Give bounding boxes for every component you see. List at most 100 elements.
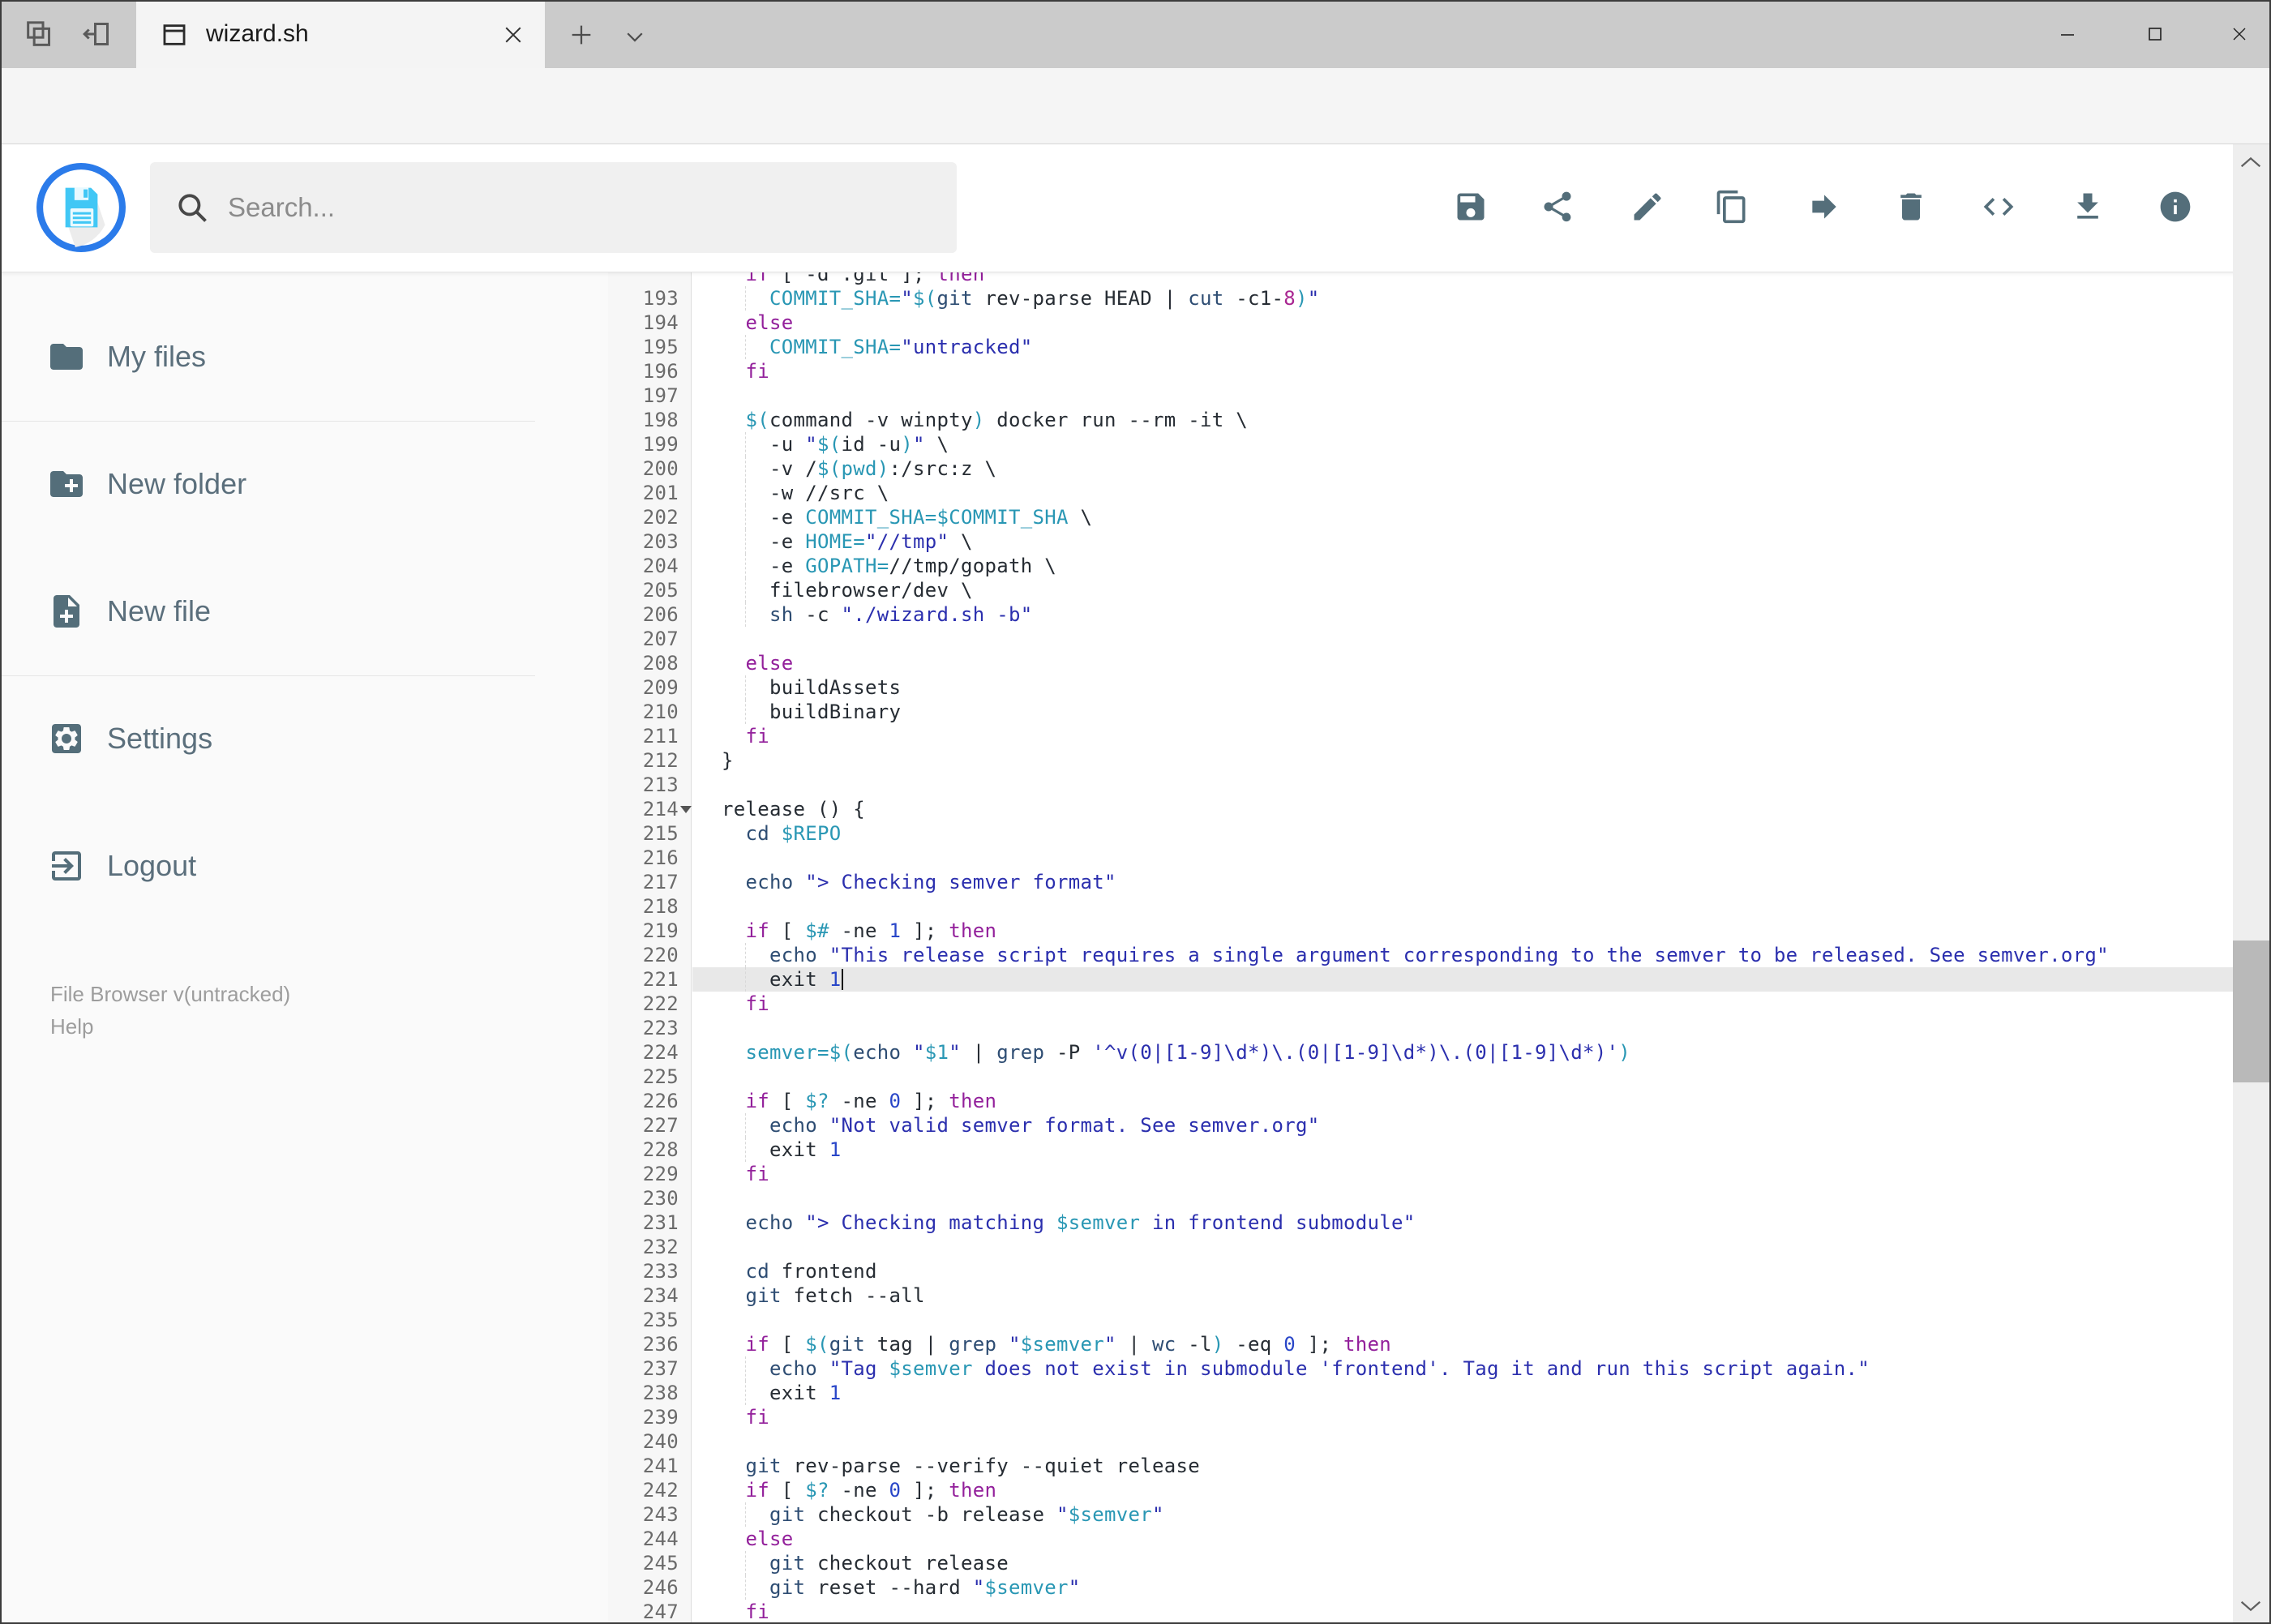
code-line[interactable]: fi	[692, 359, 2233, 384]
code-line[interactable]: git checkout -b release "$semver"	[692, 1502, 2233, 1527]
code-line[interactable]: release () {	[692, 797, 2233, 821]
code-line[interactable]: -e COMMIT_SHA=$COMMIT_SHA \	[692, 505, 2233, 529]
code-line[interactable]: fi	[692, 1600, 2233, 1622]
code-line[interactable]: else	[692, 651, 2233, 675]
code-line[interactable]: echo "> Checking matching $semver in fro…	[692, 1211, 2233, 1235]
sidebar-item-my-files[interactable]: My files	[0, 332, 535, 381]
code-line[interactable]: -e HOME="//tmp" \	[692, 529, 2233, 554]
move-button[interactable]	[1800, 182, 1849, 231]
indent-guide	[745, 554, 746, 578]
code-line[interactable]	[692, 1429, 2233, 1454]
code-line[interactable]: exit 1	[692, 967, 2233, 992]
code-line[interactable]: echo "This release script requires a sin…	[692, 943, 2233, 967]
rename-button[interactable]	[1623, 182, 1672, 231]
code-line[interactable]: semver=$(echo "$1" | grep -P '^v(0|[1-9]…	[692, 1040, 2233, 1065]
code-line[interactable]: if [ $(git tag | grep "$semver" | wc -l)…	[692, 1332, 2233, 1356]
code-line[interactable]: -e GOPATH=//tmp/gopath \	[692, 554, 2233, 578]
code-line[interactable]: buildAssets	[692, 675, 2233, 700]
sidebar-item-logout[interactable]: Logout	[0, 842, 535, 890]
delete-button[interactable]	[1887, 182, 1935, 231]
code-line[interactable]: else	[692, 311, 2233, 335]
code-line[interactable]	[692, 1016, 2233, 1040]
line-number: 235	[642, 1309, 679, 1331]
code-line[interactable]: cd frontend	[692, 1259, 2233, 1283]
sidebar-footer: File Browser v(untracked) Help	[50, 978, 290, 1043]
code-line[interactable]: git reset --hard "$semver"	[692, 1575, 2233, 1600]
code-line[interactable]: git checkout release	[692, 1551, 2233, 1575]
new-folder-icon	[50, 471, 83, 497]
code-line[interactable]: echo "> Checking semver format"	[692, 870, 2233, 894]
minimize-button[interactable]	[2027, 0, 2108, 68]
line-number: 201	[642, 482, 679, 504]
maximize-button[interactable]	[2115, 0, 2196, 68]
search-input[interactable]	[228, 162, 925, 253]
code-line[interactable]	[692, 627, 2233, 651]
set-tabs-aside-icon[interactable]	[81, 18, 114, 50]
code-line[interactable]: echo "Tag $semver does not exist in subm…	[692, 1356, 2233, 1381]
code-line[interactable]	[692, 384, 2233, 408]
code-line[interactable]: exit 1	[692, 1138, 2233, 1162]
sidebar-item-settings[interactable]: Settings	[0, 714, 535, 763]
close-window-button[interactable]	[2199, 0, 2271, 68]
code-line[interactable]: echo "Not valid semver format. See semve…	[692, 1113, 2233, 1138]
line-number: 234	[642, 1284, 679, 1307]
search-box[interactable]	[150, 162, 957, 253]
code-line[interactable]: cd $REPO	[692, 821, 2233, 846]
filebrowser-logo[interactable]	[36, 162, 126, 253]
code-line[interactable]	[692, 773, 2233, 797]
code-line[interactable]: }	[692, 748, 2233, 773]
save-button[interactable]	[1446, 182, 1495, 231]
code-line[interactable]: COMMIT_SHA="$(git rev-parse HEAD | cut -…	[692, 286, 2233, 311]
page-scrollbar[interactable]	[2233, 144, 2269, 1622]
sidebar-item-new-folder[interactable]: New folder	[0, 460, 535, 508]
copy-button[interactable]	[1708, 182, 1756, 231]
download-button[interactable]	[2063, 182, 2112, 231]
scrollbar-thumb[interactable]	[2233, 941, 2269, 1082]
code-line[interactable]	[692, 1235, 2233, 1259]
indent-guide	[745, 1138, 746, 1162]
code-line[interactable]	[692, 1186, 2233, 1211]
code-line[interactable]: -v /$(pwd):/src:z \	[692, 456, 2233, 481]
new-tab-button[interactable]	[568, 21, 595, 49]
code-line[interactable]: else	[692, 1527, 2233, 1551]
line-number: 206	[642, 603, 679, 626]
code-line[interactable]: buildBinary	[692, 700, 2233, 724]
line-number: 212	[642, 749, 679, 772]
code-line[interactable]: git fetch --all	[692, 1283, 2233, 1308]
code-line[interactable]: sh -c "./wizard.sh -b"	[692, 602, 2233, 627]
code-line[interactable]	[692, 894, 2233, 919]
code-line[interactable]	[692, 1065, 2233, 1089]
help-link[interactable]: Help	[50, 1010, 290, 1043]
code-line[interactable]: git rev-parse --verify --quiet release	[692, 1454, 2233, 1478]
code-line[interactable]: exit 1	[692, 1381, 2233, 1405]
fold-toggle-icon[interactable]	[680, 806, 692, 813]
code-line[interactable]: COMMIT_SHA="untracked"	[692, 335, 2233, 359]
sidebar-item-new-file[interactable]: New file	[0, 587, 535, 636]
code-line[interactable]: fi	[692, 992, 2233, 1016]
tab-close-icon[interactable]	[501, 23, 525, 47]
tab-list-chevron-icon[interactable]	[623, 24, 647, 49]
code-line[interactable]: fi	[692, 724, 2233, 748]
code-line[interactable]: if [ -d .git ]; then	[692, 272, 2233, 286]
code-line[interactable]: fi	[692, 1162, 2233, 1186]
code-editor[interactable]: 193 194 195 196 197 198 199 200 201 202 203 204 205 2…	[608, 272, 2233, 1622]
code-view-button[interactable]	[1974, 182, 2023, 231]
info-button[interactable]	[2151, 182, 2200, 231]
code-line[interactable]: if [ $? -ne 0 ]; then	[692, 1478, 2233, 1502]
browser-tab[interactable]: wizard.sh	[136, 0, 545, 68]
browser-window: wizard.sh Search... My files New folder …	[0, 0, 2271, 1624]
code-line[interactable]: -w //src \	[692, 481, 2233, 505]
code-line[interactable]: $(command -v winpty) docker run --rm -it…	[692, 408, 2233, 432]
code-line[interactable]: filebrowser/dev \	[692, 578, 2233, 602]
scroll-up-icon[interactable]	[2233, 144, 2269, 180]
code-line[interactable]: if [ $? -ne 0 ]; then	[692, 1089, 2233, 1113]
code-line[interactable]: -u "$(id -u)" \	[692, 432, 2233, 456]
code-line[interactable]	[692, 846, 2233, 870]
code-line[interactable]: if [ $# -ne 1 ]; then	[692, 919, 2233, 943]
code-line[interactable]	[692, 1308, 2233, 1332]
code-line[interactable]: fi	[692, 1405, 2233, 1429]
scroll-down-icon[interactable]	[2233, 1587, 2269, 1622]
tab-preview-icon[interactable]	[23, 18, 55, 50]
share-button[interactable]	[1533, 182, 1582, 231]
indent-guide	[745, 967, 746, 992]
